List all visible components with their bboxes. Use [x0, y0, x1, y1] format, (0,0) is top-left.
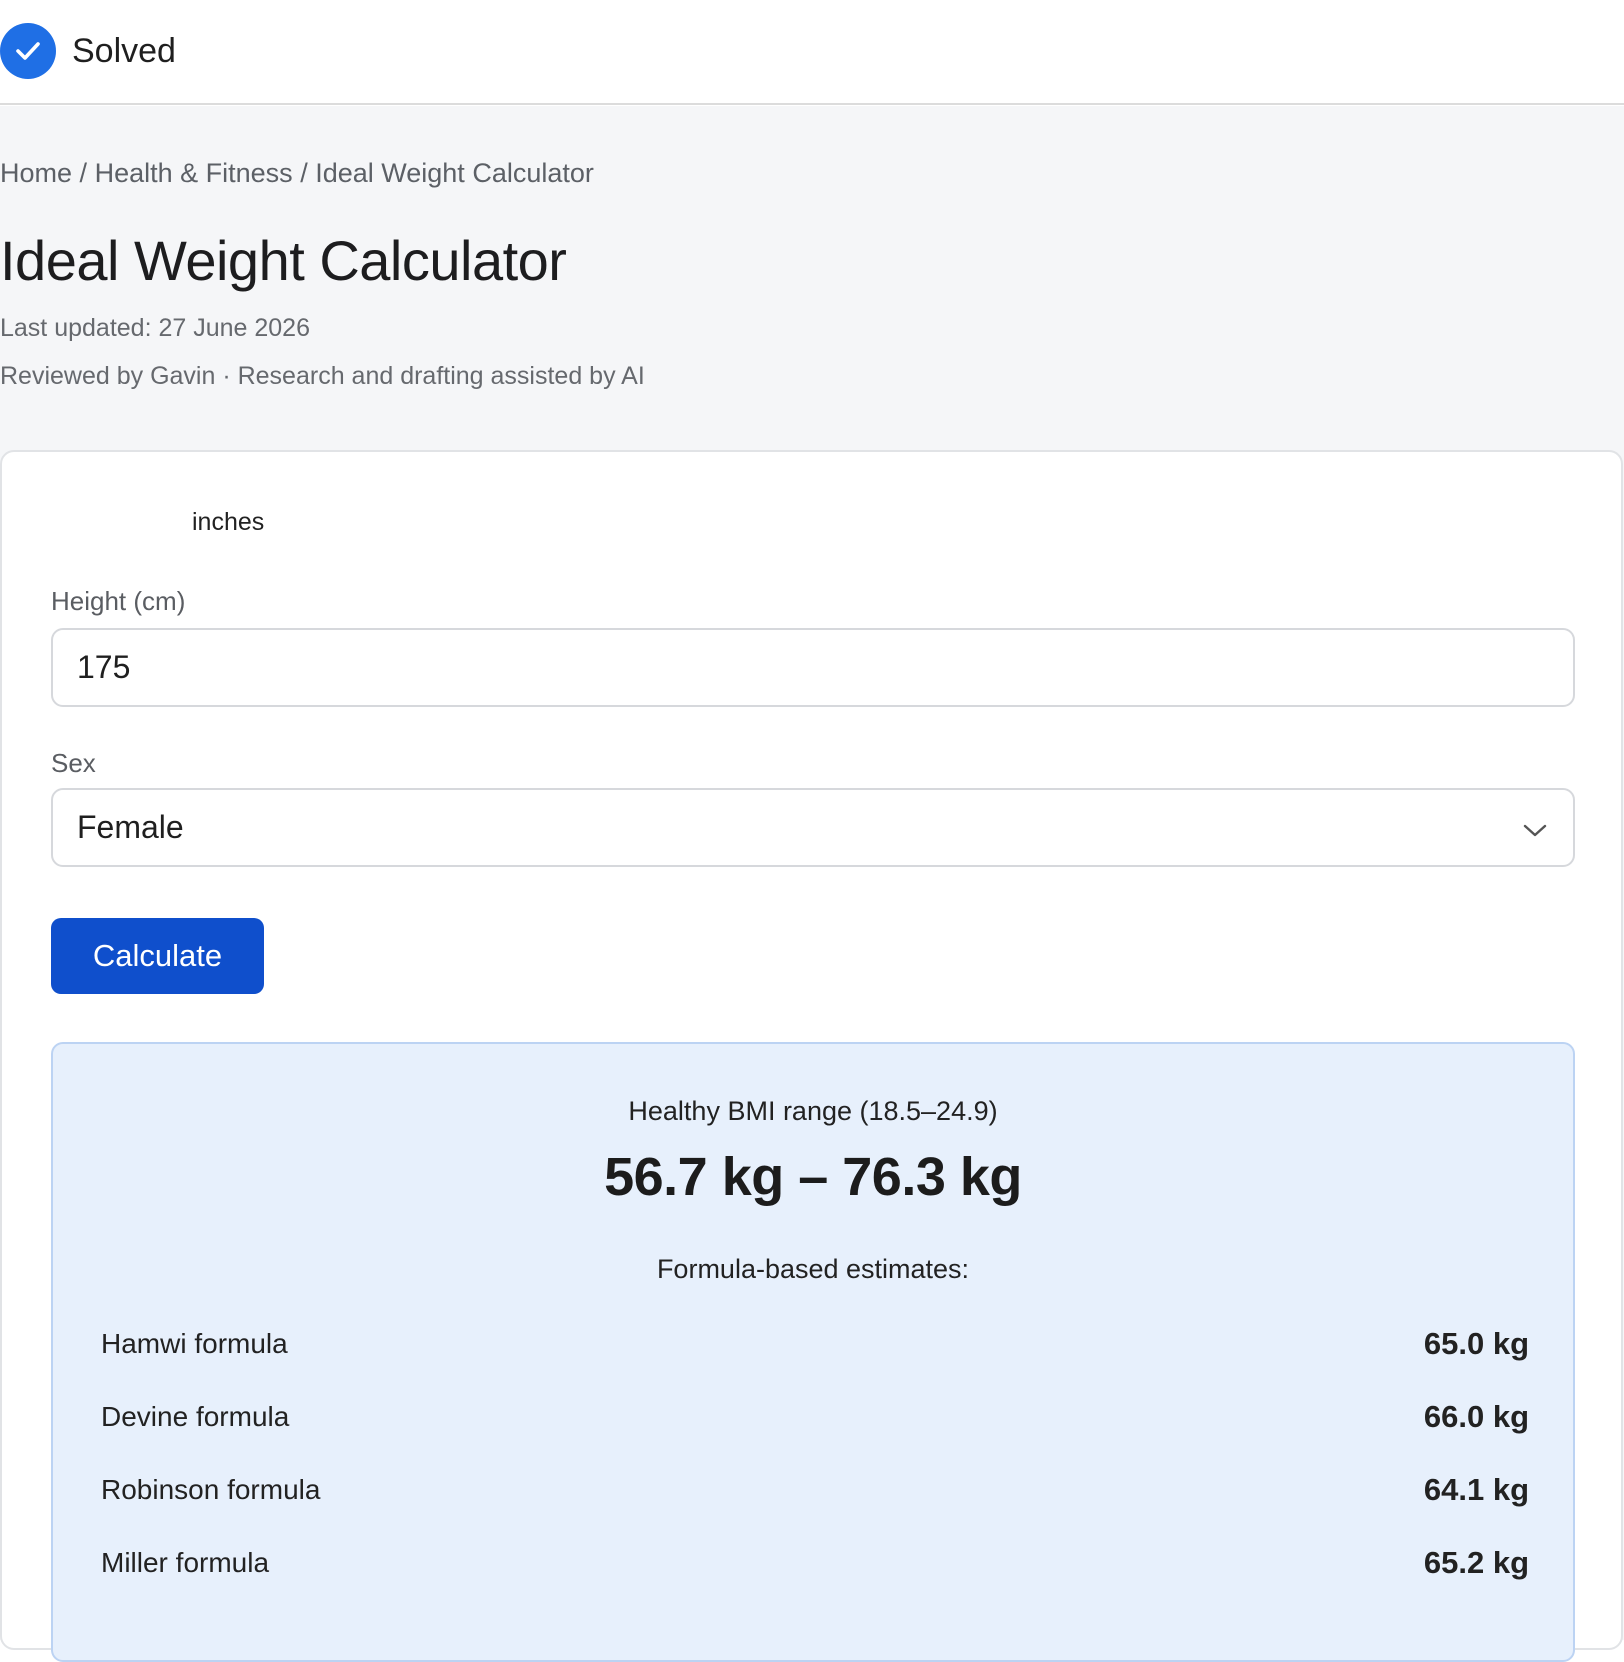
breadcrumb-separator: / [300, 158, 308, 188]
calculate-button[interactable]: Calculate [51, 918, 264, 994]
formula-row: Miller formula 65.2 kg [101, 1543, 1529, 1583]
formula-row: Robinson formula 64.1 kg [101, 1470, 1529, 1510]
breadcrumb: Home / Health & Fitness / Ideal Weight C… [0, 158, 594, 189]
breadcrumb-current: Ideal Weight Calculator [315, 158, 594, 188]
formula-name: Hamwi formula [101, 1328, 288, 1359]
estimates-caption: Formula-based estimates: [656, 1254, 970, 1284]
reviewed-by-text: Reviewed by Gavin · Research and draftin… [0, 362, 645, 390]
formula-value: 65.0 kg [1423, 1326, 1529, 1361]
formula-row: Hamwi formula 65.0 kg [101, 1324, 1529, 1364]
last-updated-text: Last updated: 27 June 2026 [0, 314, 310, 342]
page-title: Ideal Weight Calculator [0, 229, 567, 292]
sex-label: Sex [51, 748, 96, 778]
bmi-range-value: 56.7 kg – 76.3 kg [604, 1147, 1022, 1207]
formula-name: Miller formula [101, 1547, 270, 1578]
chevron-down-icon [1521, 816, 1549, 844]
top-status-bar: Solved [0, 0, 1624, 105]
unit-option-inches[interactable]: inches [192, 508, 264, 537]
results-panel: Healthy BMI range (18.5–24.9) 56.7 kg – … [51, 1042, 1575, 1662]
formula-value: 64.1 kg [1423, 1472, 1529, 1507]
formula-row: Devine formula 66.0 kg [101, 1397, 1529, 1437]
height-label: Height (cm) [51, 586, 186, 616]
calculator-card: inches Height (cm) Sex Female Calculate … [0, 450, 1623, 1662]
sex-select-value: Female [77, 809, 184, 845]
formula-value: 65.2 kg [1423, 1545, 1529, 1580]
solved-label: Solved [72, 32, 176, 70]
breadcrumb-health-fitness[interactable]: Health & Fitness [95, 158, 293, 188]
sex-select[interactable]: Female [51, 788, 1575, 867]
checkmark-circle-icon [0, 23, 56, 79]
formula-name: Devine formula [101, 1401, 290, 1432]
formula-value: 66.0 kg [1423, 1399, 1529, 1434]
bmi-range-caption: Healthy BMI range (18.5–24.9) [628, 1096, 998, 1126]
page-content: Home / Health & Fitness / Ideal Weight C… [0, 106, 1624, 1662]
breadcrumb-home[interactable]: Home [0, 158, 72, 188]
formula-name: Robinson formula [101, 1474, 321, 1505]
height-input[interactable] [51, 628, 1575, 707]
breadcrumb-separator: / [79, 158, 88, 188]
